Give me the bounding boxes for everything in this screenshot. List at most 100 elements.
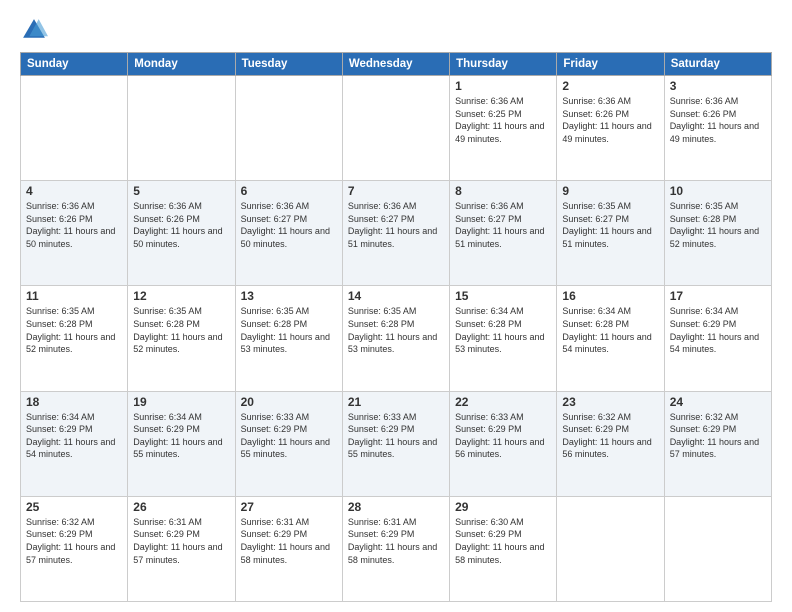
day-number: 7 xyxy=(348,184,444,198)
weekday-header-monday: Monday xyxy=(128,53,235,76)
cell-info: Sunrise: 6:33 AM Sunset: 6:29 PM Dayligh… xyxy=(455,411,551,461)
week-row-3: 11Sunrise: 6:35 AM Sunset: 6:28 PM Dayli… xyxy=(21,286,772,391)
calendar-cell xyxy=(664,496,771,601)
cell-info: Sunrise: 6:36 AM Sunset: 6:27 PM Dayligh… xyxy=(455,200,551,250)
cell-info: Sunrise: 6:33 AM Sunset: 6:29 PM Dayligh… xyxy=(241,411,337,461)
calendar-cell: 26 Sunrise: 6:31 AM Sunset: 6:29 PM Dayli… xyxy=(128,496,235,601)
week-row-4: 18 Sunrise: 6:34 AM Sunset: 6:29 PM Dayli… xyxy=(21,391,772,496)
cell-info: Sunrise: 6:32 AM Sunset: 6:29 PM Dayligh… xyxy=(26,516,122,566)
cell-info: Sunrise: 6:31 AM Sunset: 6:29 PM Dayligh… xyxy=(133,516,229,566)
calendar-cell xyxy=(128,76,235,181)
weekday-header-tuesday: Tuesday xyxy=(235,53,342,76)
calendar-cell xyxy=(557,496,664,601)
cell-info: Sunrise: 6:36 AM Sunset: 6:26 PM Dayligh… xyxy=(670,95,766,145)
day-number: 22 xyxy=(455,395,551,409)
weekday-header-wednesday: Wednesday xyxy=(342,53,449,76)
calendar-cell: 7 Sunrise: 6:36 AM Sunset: 6:27 PM Daylig… xyxy=(342,181,449,286)
cell-info: Sunrise: 6:32 AM Sunset: 6:29 PM Dayligh… xyxy=(670,411,766,461)
calendar-cell: 23 Sunrise: 6:32 AM Sunset: 6:29 PM Dayli… xyxy=(557,391,664,496)
weekday-header-saturday: Saturday xyxy=(664,53,771,76)
header xyxy=(20,16,772,44)
cell-info: Sunrise: 6:31 AM Sunset: 6:29 PM Dayligh… xyxy=(241,516,337,566)
day-number: 26 xyxy=(133,500,229,514)
day-number: 1 xyxy=(455,79,551,93)
weekday-header-friday: Friday xyxy=(557,53,664,76)
day-number: 13 xyxy=(241,289,337,303)
day-number: 2 xyxy=(562,79,658,93)
calendar-cell: 3 Sunrise: 6:36 AM Sunset: 6:26 PM Daylig… xyxy=(664,76,771,181)
cell-info: Sunrise: 6:35 AM Sunset: 6:28 PM Dayligh… xyxy=(26,305,122,355)
day-number: 16 xyxy=(562,289,658,303)
cell-info: Sunrise: 6:35 AM Sunset: 6:28 PM Dayligh… xyxy=(348,305,444,355)
day-number: 9 xyxy=(562,184,658,198)
day-number: 12 xyxy=(133,289,229,303)
day-number: 17 xyxy=(670,289,766,303)
calendar-cell: 6 Sunrise: 6:36 AM Sunset: 6:27 PM Daylig… xyxy=(235,181,342,286)
calendar-cell: 18 Sunrise: 6:34 AM Sunset: 6:29 PM Dayli… xyxy=(21,391,128,496)
cell-info: Sunrise: 6:32 AM Sunset: 6:29 PM Dayligh… xyxy=(562,411,658,461)
calendar-cell: 19Sunrise: 6:34 AM Sunset: 6:29 PM Dayli… xyxy=(128,391,235,496)
calendar-cell: 13 Sunrise: 6:35 AM Sunset: 6:28 PM Dayli… xyxy=(235,286,342,391)
calendar-cell xyxy=(21,76,128,181)
cell-info: Sunrise: 6:34 AM Sunset: 6:28 PM Dayligh… xyxy=(455,305,551,355)
weekday-header-row: SundayMondayTuesdayWednesdayThursdayFrid… xyxy=(21,53,772,76)
calendar-cell: 11Sunrise: 6:35 AM Sunset: 6:28 PM Dayli… xyxy=(21,286,128,391)
day-number: 10 xyxy=(670,184,766,198)
day-number: 15 xyxy=(455,289,551,303)
calendar-cell: 16 Sunrise: 6:34 AM Sunset: 6:28 PM Dayli… xyxy=(557,286,664,391)
calendar-cell: 17 Sunrise: 6:34 AM Sunset: 6:29 PM Dayli… xyxy=(664,286,771,391)
calendar-cell: 15 Sunrise: 6:34 AM Sunset: 6:28 PM Dayli… xyxy=(450,286,557,391)
day-number: 5 xyxy=(133,184,229,198)
cell-info: Sunrise: 6:34 AM Sunset: 6:28 PM Dayligh… xyxy=(562,305,658,355)
calendar-cell: 20 Sunrise: 6:33 AM Sunset: 6:29 PM Dayli… xyxy=(235,391,342,496)
day-number: 20 xyxy=(241,395,337,409)
calendar-cell: 22 Sunrise: 6:33 AM Sunset: 6:29 PM Dayli… xyxy=(450,391,557,496)
cell-info: Sunrise: 6:36 AM Sunset: 6:26 PM Dayligh… xyxy=(133,200,229,250)
calendar-cell xyxy=(235,76,342,181)
calendar-cell: 29Sunrise: 6:30 AM Sunset: 6:29 PM Dayli… xyxy=(450,496,557,601)
day-number: 24 xyxy=(670,395,766,409)
cell-info: Sunrise: 6:30 AM Sunset: 6:29 PM Dayligh… xyxy=(455,516,551,566)
cell-info: Sunrise: 6:34 AM Sunset: 6:29 PM Dayligh… xyxy=(670,305,766,355)
calendar-cell: 14 Sunrise: 6:35 AM Sunset: 6:28 PM Dayli… xyxy=(342,286,449,391)
day-number: 4 xyxy=(26,184,122,198)
cell-info: Sunrise: 6:34 AM Sunset: 6:29 PM Dayligh… xyxy=(26,411,122,461)
cell-info: Sunrise: 6:33 AM Sunset: 6:29 PM Dayligh… xyxy=(348,411,444,461)
cell-info: Sunrise: 6:36 AM Sunset: 6:25 PM Dayligh… xyxy=(455,95,551,145)
cell-info: Sunrise: 6:36 AM Sunset: 6:27 PM Dayligh… xyxy=(348,200,444,250)
week-row-2: 4 Sunrise: 6:36 AM Sunset: 6:26 PM Daylig… xyxy=(21,181,772,286)
calendar-cell: 10 Sunrise: 6:35 AM Sunset: 6:28 PM Dayli… xyxy=(664,181,771,286)
calendar-cell: 2Sunrise: 6:36 AM Sunset: 6:26 PM Daylig… xyxy=(557,76,664,181)
cell-info: Sunrise: 6:35 AM Sunset: 6:27 PM Dayligh… xyxy=(562,200,658,250)
page: SundayMondayTuesdayWednesdayThursdayFrid… xyxy=(0,0,792,612)
day-number: 8 xyxy=(455,184,551,198)
calendar-cell: 4 Sunrise: 6:36 AM Sunset: 6:26 PM Daylig… xyxy=(21,181,128,286)
calendar-cell: 25Sunrise: 6:32 AM Sunset: 6:29 PM Dayli… xyxy=(21,496,128,601)
weekday-header-thursday: Thursday xyxy=(450,53,557,76)
calendar-cell: 28Sunrise: 6:31 AM Sunset: 6:29 PM Dayli… xyxy=(342,496,449,601)
day-number: 14 xyxy=(348,289,444,303)
calendar-cell: 24 Sunrise: 6:32 AM Sunset: 6:29 PM Dayli… xyxy=(664,391,771,496)
day-number: 3 xyxy=(670,79,766,93)
calendar-cell: 9 Sunrise: 6:35 AM Sunset: 6:27 PM Daylig… xyxy=(557,181,664,286)
calendar-cell: 27 Sunrise: 6:31 AM Sunset: 6:29 PM Dayli… xyxy=(235,496,342,601)
cell-info: Sunrise: 6:35 AM Sunset: 6:28 PM Dayligh… xyxy=(133,305,229,355)
calendar-table: SundayMondayTuesdayWednesdayThursdayFrid… xyxy=(20,52,772,602)
calendar-cell: 21 Sunrise: 6:33 AM Sunset: 6:29 PM Dayli… xyxy=(342,391,449,496)
calendar-cell xyxy=(342,76,449,181)
day-number: 21 xyxy=(348,395,444,409)
week-row-5: 25Sunrise: 6:32 AM Sunset: 6:29 PM Dayli… xyxy=(21,496,772,601)
day-number: 19 xyxy=(133,395,229,409)
cell-info: Sunrise: 6:31 AM Sunset: 6:29 PM Dayligh… xyxy=(348,516,444,566)
day-number: 23 xyxy=(562,395,658,409)
day-number: 27 xyxy=(241,500,337,514)
weekday-header-sunday: Sunday xyxy=(21,53,128,76)
cell-info: Sunrise: 6:35 AM Sunset: 6:28 PM Dayligh… xyxy=(241,305,337,355)
calendar-cell: 1 Sunrise: 6:36 AM Sunset: 6:25 PM Daylig… xyxy=(450,76,557,181)
calendar-cell: 5 Sunrise: 6:36 AM Sunset: 6:26 PM Daylig… xyxy=(128,181,235,286)
cell-info: Sunrise: 6:36 AM Sunset: 6:27 PM Dayligh… xyxy=(241,200,337,250)
day-number: 18 xyxy=(26,395,122,409)
cell-info: Sunrise: 6:36 AM Sunset: 6:26 PM Dayligh… xyxy=(26,200,122,250)
day-number: 6 xyxy=(241,184,337,198)
cell-info: Sunrise: 6:35 AM Sunset: 6:28 PM Dayligh… xyxy=(670,200,766,250)
